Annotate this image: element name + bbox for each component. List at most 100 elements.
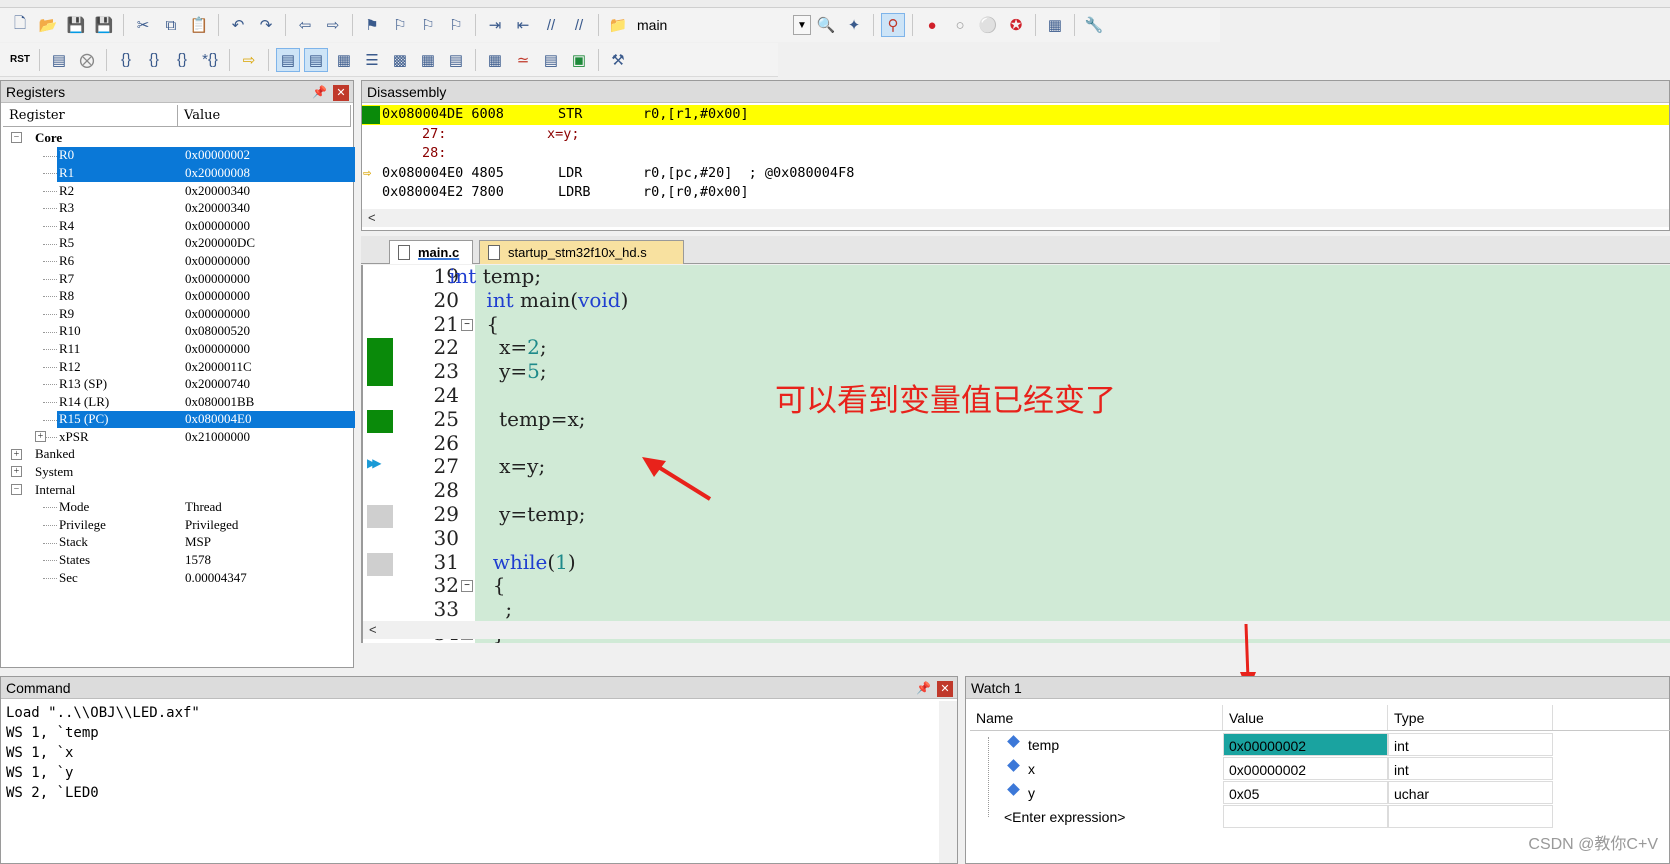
enter-expression[interactable]: <Enter expression>	[1004, 805, 1125, 829]
watch-row[interactable]: temp 0x00000002 int	[970, 733, 1670, 757]
code-line[interactable]: 21− {	[363, 312, 1670, 337]
paste-icon[interactable]: 📋	[187, 13, 211, 37]
register-row[interactable]: + xPSR 0x21000000	[3, 428, 351, 446]
code-line[interactable]: 31 while(1)	[363, 550, 1670, 576]
collapse-icon[interactable]: −	[11, 132, 22, 143]
watch-value[interactable]	[1223, 805, 1388, 828]
register-row[interactable]: R10 0x08000520	[3, 323, 351, 341]
bookmark-icon[interactable]: ⚑	[360, 13, 384, 37]
target-combo[interactable]: main ▼	[632, 13, 812, 37]
open-folder-icon[interactable]: 📂	[36, 13, 60, 37]
show-next-statement-icon[interactable]: ⇨	[237, 48, 261, 72]
register-row[interactable]: R9 0x00000000	[3, 305, 351, 323]
register-row[interactable]: R4 0x00000000	[3, 217, 351, 235]
code-editor[interactable]: 19 int temp; 20 int main(void) 21− {22 x=2;…	[361, 265, 1670, 643]
code-line[interactable]: 22 x=2;	[363, 335, 1670, 387]
trace-window-icon[interactable]: ▤	[539, 48, 563, 72]
register-row[interactable]: R7 0x00000000	[3, 270, 351, 288]
step-out-icon[interactable]: {}	[170, 48, 194, 72]
bookmark-clear-icon[interactable]: ⚐	[444, 13, 468, 37]
incremental-find-icon[interactable]: ✦	[842, 13, 866, 37]
scroll-left-icon[interactable]: <	[368, 210, 376, 225]
nav-forward-icon[interactable]: ⇨	[321, 13, 345, 37]
watch-enter-row[interactable]: <Enter expression>	[970, 805, 1670, 829]
find-in-files-icon[interactable]: 📁	[606, 13, 630, 37]
register-row[interactable]: R0 0x00000002	[3, 146, 355, 165]
watch-window-icon[interactable]: ▦	[416, 48, 440, 72]
col-value[interactable]: Value	[178, 105, 351, 126]
redo-icon[interactable]: ↷	[254, 13, 278, 37]
indent-icon[interactable]: ⇥	[483, 13, 507, 37]
run-icon[interactable]: ▤	[47, 48, 71, 72]
step-into-icon[interactable]: {}	[114, 48, 138, 72]
fold-icon[interactable]: −	[461, 580, 473, 593]
watch-value[interactable]: 0x00000002	[1223, 733, 1388, 756]
watch-row[interactable]: x 0x00000002 int	[970, 757, 1670, 781]
col-type[interactable]: Type	[1388, 705, 1553, 730]
internal-row[interactable]: Sec 0.00004347	[3, 569, 351, 587]
chevron-down-icon[interactable]: ▼	[793, 15, 811, 35]
scroll-left-icon[interactable]: <	[369, 622, 377, 637]
col-register[interactable]: Register	[3, 105, 178, 126]
window-icon[interactable]: ▦	[1043, 13, 1067, 37]
registers-window-icon[interactable]: ☰	[360, 48, 384, 72]
comment-icon[interactable]: //	[539, 13, 563, 37]
register-row[interactable]: R6 0x00000000	[3, 252, 351, 270]
system-viewer-icon[interactable]: ▣	[567, 48, 591, 72]
run-to-cursor-icon[interactable]: *{}	[198, 48, 222, 72]
watch-value[interactable]: 0x05	[1223, 781, 1388, 804]
code-line[interactable]: 30	[363, 526, 1670, 551]
collapse-icon[interactable]: −	[11, 483, 22, 495]
cut-icon[interactable]: ✂	[131, 13, 155, 37]
nav-back-icon[interactable]: ⇦	[293, 13, 317, 37]
code-line[interactable]: ▶▶ 27 x=y;	[363, 455, 1670, 479]
reset-icon[interactable]: RST	[8, 48, 32, 72]
register-row[interactable]: R5 0x200000DC	[3, 235, 351, 253]
internal-row[interactable]: States 1578	[3, 551, 351, 569]
new-file-icon[interactable]: 🗋	[8, 13, 32, 37]
close-icon[interactable]: ✕	[333, 85, 349, 101]
command-window-icon[interactable]: ▤	[276, 47, 300, 72]
code-line[interactable]: 26	[363, 431, 1670, 456]
register-row[interactable]: R14 (LR) 0x080001BB	[3, 393, 351, 411]
expand-icon[interactable]: +	[35, 431, 46, 443]
code-line[interactable]: 19 int temp;	[363, 265, 1670, 289]
uncomment-icon[interactable]: //	[567, 13, 591, 37]
register-row[interactable]: R11 0x00000000	[3, 340, 351, 358]
expand-icon[interactable]: +	[11, 466, 22, 478]
internal-row[interactable]: Stack MSP	[3, 534, 351, 552]
close-icon[interactable]: ✕	[937, 681, 953, 697]
register-row[interactable]: R1 0x20000008	[3, 164, 355, 182]
disassembly-listing[interactable]: 0x080004DE 6008 STR r0,[r1,#0x00] 27: x=y; 28…	[362, 105, 1669, 203]
call-stack-icon[interactable]: ▩	[388, 48, 412, 72]
disassembly-row[interactable]: ⇨ 0x080004E0 4805 LDR r0,[pc,#20] ; @0x0800…	[362, 164, 1669, 184]
breakpoint-enable-icon[interactable]: ○	[948, 13, 972, 37]
command-vscroll[interactable]	[939, 701, 957, 863]
register-row[interactable]: R13 (SP) 0x20000740	[3, 375, 351, 393]
unindent-icon[interactable]: ⇤	[511, 13, 535, 37]
code-line[interactable]: 20 int main(void)	[363, 288, 1670, 313]
disassembly-row[interactable]: 28:	[362, 144, 1669, 164]
copy-icon[interactable]: ⧉	[159, 13, 183, 37]
expand-icon[interactable]: +	[11, 448, 22, 460]
reg-group-banked[interactable]: + Banked	[3, 446, 351, 464]
watch-value[interactable]: 0x00000002	[1223, 757, 1388, 780]
internal-row[interactable]: Privilege Privileged	[3, 516, 351, 534]
disassembly-row[interactable]: 27: x=y;	[362, 125, 1669, 145]
toolbox-icon[interactable]: ⚒	[606, 48, 630, 72]
reg-group-system[interactable]: + System	[3, 463, 351, 481]
code-line[interactable]: 32− {	[363, 574, 1670, 598]
internal-row[interactable]: Mode Thread	[3, 498, 351, 516]
col-name[interactable]: Name	[970, 705, 1223, 730]
save-all-icon[interactable]: 💾	[92, 13, 116, 37]
find-icon[interactable]: 🔍	[814, 13, 838, 37]
disassembly-row[interactable]: 0x080004DE 6008 STR r0,[r1,#0x00]	[362, 105, 1669, 125]
step-over-icon[interactable]: {}	[142, 48, 166, 72]
configure-icon[interactable]: 🔧	[1082, 13, 1106, 37]
fold-icon[interactable]: −	[461, 318, 473, 331]
register-row[interactable]: R8 0x00000000	[3, 287, 351, 305]
symbols-window-icon[interactable]: ▦	[332, 48, 356, 72]
register-row[interactable]: R12 0x2000011C	[3, 358, 351, 376]
bookmark-prev-icon[interactable]: ⚐	[388, 13, 412, 37]
stop-icon[interactable]: ⨂	[75, 48, 99, 72]
